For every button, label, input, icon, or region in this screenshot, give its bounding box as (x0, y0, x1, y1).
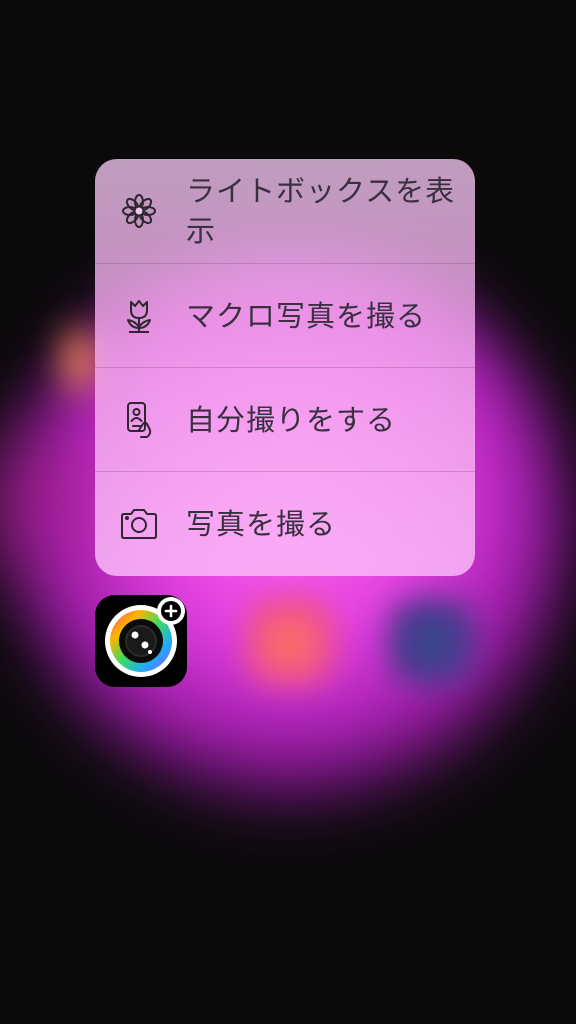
flower-icon (119, 191, 159, 231)
quick-actions-menu: ライトボックスを表示 マクロ写真を撮る 自分撮りをする 写真を撮る (95, 159, 475, 576)
plus-badge (157, 597, 185, 625)
quick-action-show-lightbox[interactable]: ライトボックスを表示 (95, 159, 475, 264)
blurred-app-icon (386, 596, 478, 688)
quick-action-take-photo[interactable]: 写真を撮る (95, 472, 475, 576)
blurred-app-icon (244, 596, 336, 688)
quick-action-take-macro-photo[interactable]: マクロ写真を撮る (95, 264, 475, 368)
camera-icon (119, 504, 159, 544)
home-screen: ライトボックスを表示 マクロ写真を撮る 自分撮りをする 写真を撮る (0, 0, 576, 1024)
tulip-icon (119, 296, 159, 336)
quick-action-label: 自分撮りをする (186, 402, 397, 437)
blurred-app-icon (60, 300, 100, 420)
quick-action-take-selfie[interactable]: 自分撮りをする (95, 368, 475, 472)
quick-action-label: ライトボックスを表示 (186, 174, 456, 248)
plus-icon (161, 601, 181, 621)
selfie-phone-icon (119, 400, 159, 440)
quick-action-label: 写真を撮る (186, 507, 337, 541)
quick-action-label: マクロ写真を撮る (186, 298, 427, 333)
